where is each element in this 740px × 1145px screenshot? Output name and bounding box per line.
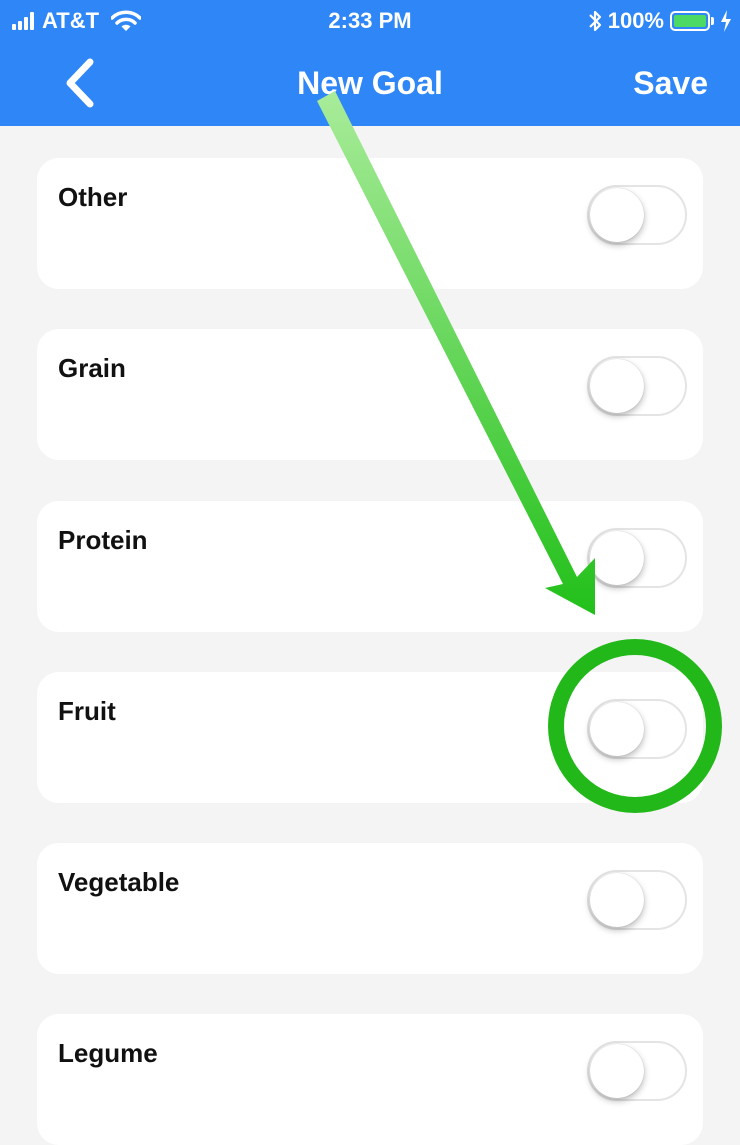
category-label: Vegetable [58, 867, 180, 897]
category-card-legume: Legume [37, 1014, 703, 1145]
page-title: New Goal [297, 65, 443, 101]
charging-bolt-icon [721, 10, 731, 32]
toggle-knob [590, 359, 644, 413]
category-label: Legume [58, 1038, 158, 1068]
toggle-knob [590, 702, 644, 756]
category-label: Protein [58, 525, 148, 555]
toggle-vegetable[interactable] [587, 870, 687, 930]
category-label: Fruit [58, 696, 116, 726]
category-card-other: Other [37, 158, 703, 289]
toggle-grain[interactable] [587, 356, 687, 416]
toggle-protein[interactable] [587, 528, 687, 588]
toggle-knob [590, 873, 644, 927]
category-card-vegetable: Vegetable [37, 843, 703, 974]
toggle-fruit[interactable] [587, 699, 687, 759]
category-label: Other [58, 182, 128, 212]
battery-icon [670, 11, 710, 31]
toggle-knob [590, 188, 644, 242]
category-label: Grain [58, 353, 126, 383]
top-bar: AT&T 2:33 PM 100% New Goal Save [0, 0, 740, 126]
category-card-protein: Protein [37, 501, 703, 632]
battery-percentage: 100% [607, 8, 664, 33]
toggle-other[interactable] [587, 185, 687, 245]
toggle-knob [590, 1044, 644, 1098]
category-card-fruit: Fruit [37, 672, 703, 803]
battery-fill [674, 15, 706, 27]
battery-tip [711, 17, 714, 25]
bluetooth-icon [588, 10, 601, 32]
toggle-knob [590, 531, 644, 585]
category-card-grain: Grain [37, 329, 703, 460]
status-right: 100% [588, 6, 732, 36]
toggle-legume[interactable] [587, 1041, 687, 1101]
save-button[interactable]: Save [633, 62, 708, 104]
